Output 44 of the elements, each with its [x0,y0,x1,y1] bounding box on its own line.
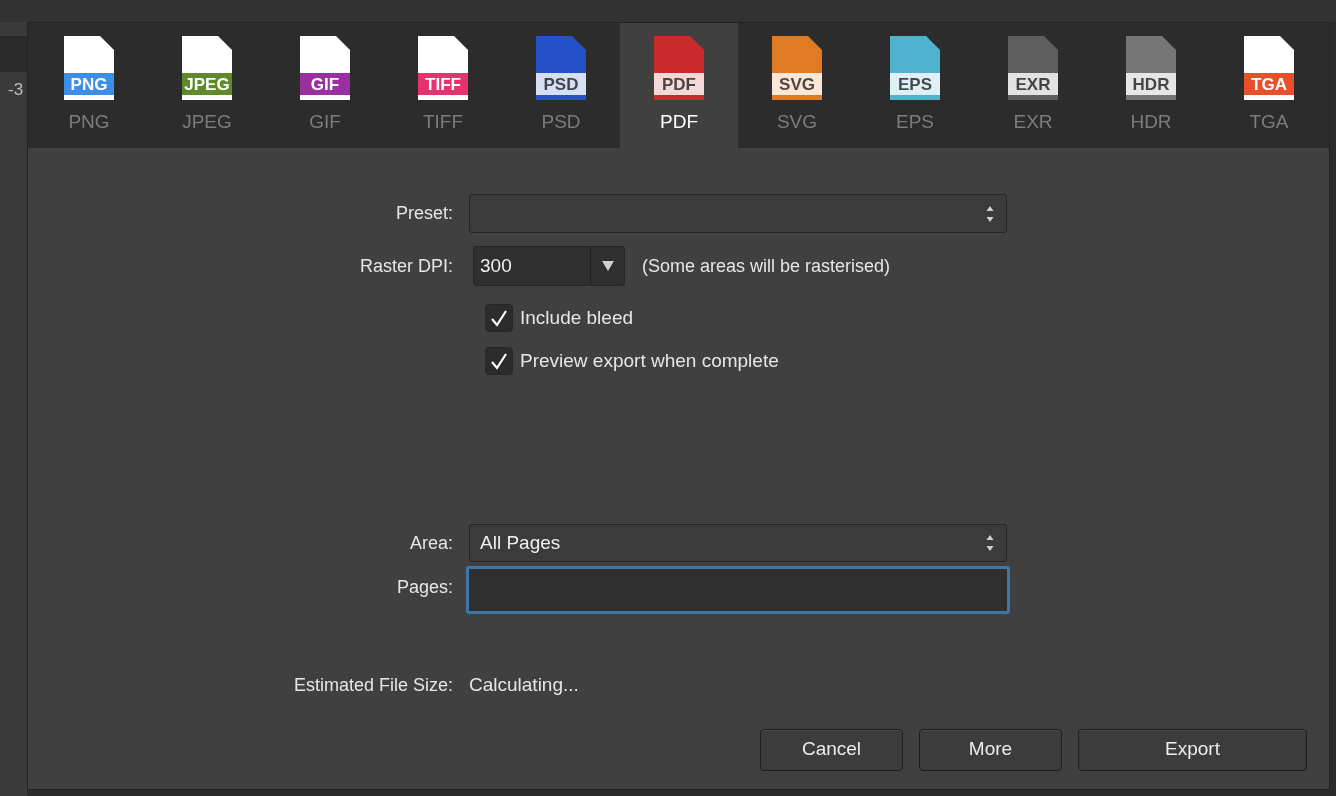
format-tab[interactable]: HDR HDR [1092,23,1210,148]
dialog-button[interactable]: Export [1078,728,1307,771]
badge-text: PDF [662,75,696,93]
format-tab[interactable]: PSD PSD [502,23,620,148]
field-label: Preset: [395,202,453,225]
pages-input-field[interactable] [466,566,1010,614]
format-tab[interactable]: TIFF TIFF [384,23,502,148]
stepper-icon [986,204,994,223]
badge-text: GIF [310,75,340,93]
ruler-label: -3 [7,79,25,101]
format-tab[interactable]: TGA TGA [1210,23,1328,148]
option-checkbox[interactable]: Preview export when complete [485,346,779,375]
badge-text: TGA [1251,75,1287,93]
checkbox[interactable] [485,304,513,333]
checkmark-icon [490,309,508,328]
badge-text: PNG [70,75,108,93]
stepper-icon [986,534,994,552]
file-size-value: Calculating... [469,673,579,697]
format-tab[interactable]: SVG SVG [738,23,856,148]
checkbox[interactable] [485,346,513,375]
field-label: Pages: [396,576,453,599]
area-select[interactable]: All Pages [469,524,1007,562]
format-tab[interactable]: EPS EPS [856,23,974,148]
rasterise-note: (Some areas will be rasterised) [642,254,891,278]
dialog-button[interactable]: More [919,728,1062,771]
format-tab[interactable]: GIF GIF [266,23,384,148]
option-checkbox[interactable]: Include bleed [485,304,634,333]
badge-text: EPS [898,75,932,93]
dpi-combo-box[interactable]: 300 [473,246,625,286]
badge-text: JPEG [184,75,230,93]
badge-text: PSD [543,75,579,93]
field-label: Area: [409,531,453,555]
field-label: Raster DPI: [359,254,453,278]
badge-text: HDR [1132,75,1170,93]
checkmark-icon [490,351,508,370]
dialog-button[interactable]: Cancel [760,728,903,771]
format-tab[interactable]: PDF PDF [620,23,738,148]
badge-text: EXR [1015,75,1051,93]
badge-text: SVG [779,75,815,93]
field-label: Estimated File Size: [293,673,453,697]
badge-text: TIFF [425,75,461,93]
format-tab[interactable]: EXR EXR [974,23,1092,148]
format-tab[interactable]: JPEG JPEG [148,23,266,148]
dropdown-caret-icon [601,261,614,271]
